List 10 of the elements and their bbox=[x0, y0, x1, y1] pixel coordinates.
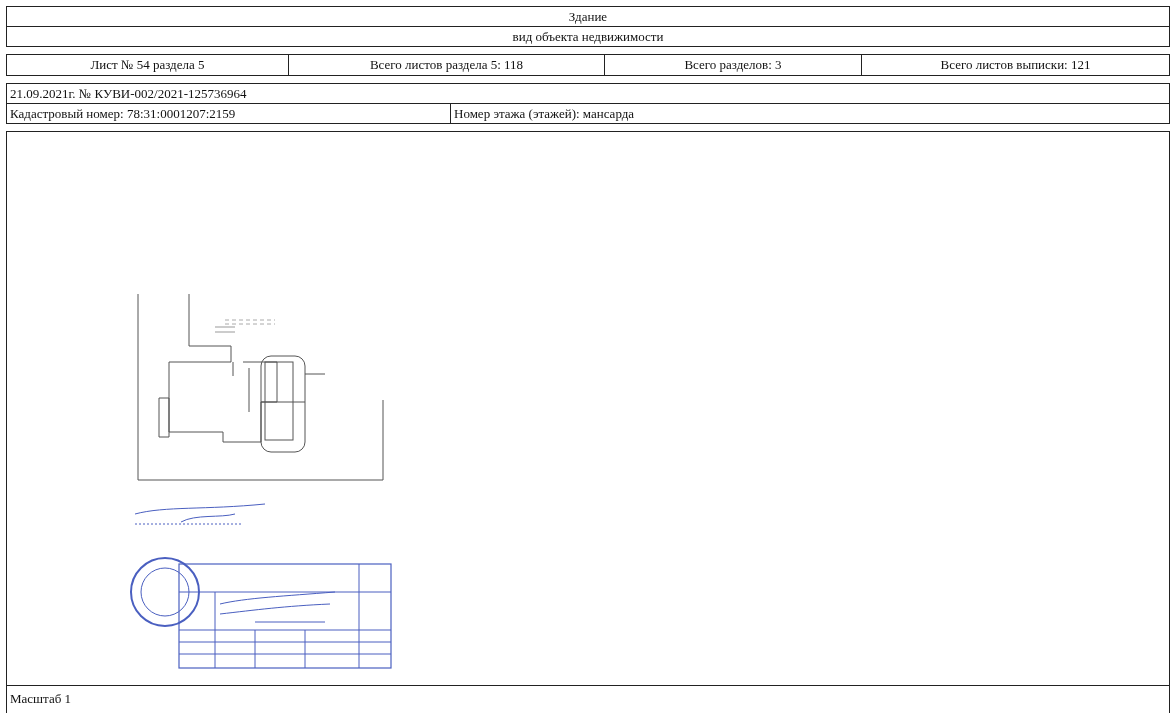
floor-number: Номер этажа (этажей): мансарда bbox=[453, 105, 636, 123]
object-type: Здание bbox=[567, 8, 609, 26]
cadastral-number: Кадастровый номер: 78:31:0001207:2159 bbox=[7, 104, 451, 123]
object-type-caption: вид объекта недвижимости bbox=[7, 26, 1169, 46]
scale-label: Масштаб 1 bbox=[7, 685, 1169, 713]
sheet-info-cell: Всего разделов: 3 bbox=[604, 55, 861, 75]
statement-date-number: 21.09.2021г. № КУВИ-002/2021-125736964 bbox=[9, 85, 248, 103]
sheet-info-cell: Всего листов раздела 5: 118 bbox=[288, 55, 604, 75]
sheet-info-cell: Всего листов выписки: 121 bbox=[861, 55, 1169, 75]
sheet-info-cell-text: Лист № 54 раздела 5 bbox=[89, 56, 206, 74]
